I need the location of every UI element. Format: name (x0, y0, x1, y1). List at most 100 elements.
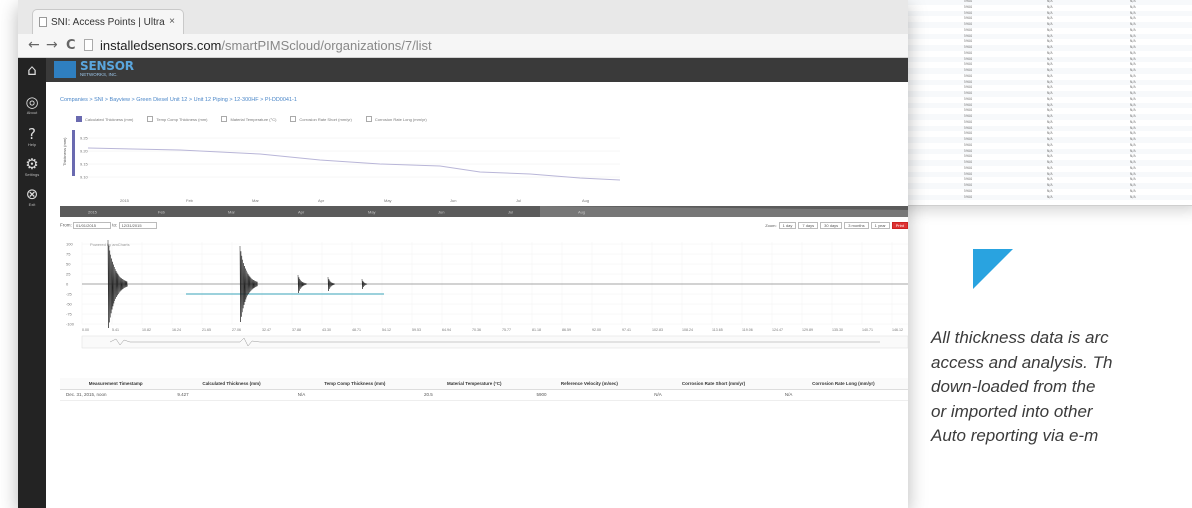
from-label: From: (60, 222, 72, 228)
date-range-row: From: 01/01/2015 to: 12/31/2015 Zoom: 1 d… (60, 222, 908, 232)
echo-burst (107, 239, 128, 329)
x-tick-label: 97.41 (622, 328, 631, 332)
column-header[interactable]: Measurement Timestamp (60, 378, 172, 390)
chart-legend: Calculated Thickness (mm) Temp Comp Thick… (76, 116, 427, 122)
zoom-button[interactable]: 30 days (820, 222, 843, 229)
y-tick-label: -50 (66, 302, 73, 307)
app-header: SENSOR NETWORKS, INC. (46, 58, 908, 82)
zoom-label: Zoom: (765, 223, 777, 228)
url-text: installedsensors.com/smartPIMScloud/orga… (100, 38, 432, 53)
navigator-label: Apr (298, 210, 305, 215)
legend-label: Corrosion Rate Short (mm/yr) (299, 116, 352, 122)
echo-burst (239, 245, 258, 323)
x-tick-label: 2015 (120, 198, 130, 203)
legend-item[interactable]: Calculated Thickness (mm) (76, 116, 133, 122)
table-cell: N/A (778, 389, 908, 401)
marketing-copy: All thickness data is arc access and ana… (931, 326, 1112, 449)
print-button[interactable]: Print (891, 222, 908, 229)
zoom-button[interactable]: 7 days (798, 222, 819, 229)
legend-swatch (221, 116, 228, 122)
column-header[interactable]: Corrosion Rate Short (mm/yr) (648, 378, 779, 390)
logo-mark (54, 61, 76, 78)
tab-title: SNI: Access Points | Ultra (51, 17, 165, 28)
x-tick-label: 16.24 (172, 328, 181, 332)
url-host: installedsensors.com (100, 38, 222, 53)
breadcrumb[interactable]: Companies > SNI > Bayview > Green Diesel… (60, 97, 297, 103)
navigator-label: Feb (158, 210, 166, 215)
y-tick-label: 9.25 (80, 136, 89, 141)
table-cell: 9.427 (171, 389, 292, 401)
navigator-label: 2015 (88, 210, 98, 215)
y-tick-label: 50 (66, 262, 71, 267)
table-cell: N/A (1125, 194, 1192, 201)
table-cell: 5900 (530, 389, 649, 401)
page-icon (39, 17, 47, 27)
marketing-line: down-loaded from the (931, 377, 1096, 396)
marketing-line: access and analysis. Th (931, 352, 1113, 372)
accent-triangle (973, 249, 1013, 289)
navigator-label: May (368, 210, 376, 215)
y-tick-label: 25 (66, 272, 71, 277)
navigator-label: Aug (578, 210, 585, 215)
column-header[interactable]: Corrosion Rate Long (mm/yr) (778, 378, 908, 390)
zoom-button[interactable]: 1 day (778, 222, 797, 229)
legend-swatch (290, 116, 297, 122)
x-tick-label: 64.94 (442, 328, 451, 332)
sidebar-item-home[interactable]: ⌂ (18, 62, 46, 78)
browser-tab[interactable]: SNI: Access Points | Ultra × (32, 9, 184, 35)
y-axis-title: Thickness (mm) (62, 137, 67, 166)
x-tick-label: 48.71 (352, 328, 361, 332)
x-tick-label: 135.30 (832, 328, 843, 332)
x-tick-label: 102.83 (652, 328, 663, 332)
home-icon: ⌂ (27, 61, 37, 79)
x-tick-label: 86.59 (562, 328, 571, 332)
waveform-chart: 100 75 50 25 0 -25 -50 -75 -100 0.00 5.41 10.82 16.2… (66, 239, 908, 332)
marketing-line: All thickness data is arc (931, 328, 1109, 347)
url-field[interactable]: installedsensors.com/smartPIMScloud/orga… (84, 37, 904, 55)
sidebar-item-help[interactable]: ? Help (18, 126, 46, 147)
echo-burst (327, 276, 335, 292)
x-tick-label: 27.06 (232, 328, 241, 332)
column-header[interactable]: Calculated Thickness (mm) (171, 378, 292, 390)
thickness-trend-chart: Thickness (mm) 9.25 9.20 9.15 9.10 2015 Feb Mar… (62, 130, 620, 203)
page-icon (84, 39, 93, 51)
x-tick-label: 59.53 (412, 328, 421, 332)
zoom-button[interactable]: 1 year (870, 222, 890, 229)
waveform-scrollbar[interactable] (60, 334, 908, 351)
zoom-controls: Zoom: 1 day 7 days 30 days 3 months 1 year Pri… (765, 222, 908, 229)
sidebar-item-exit[interactable]: ⊗ Exit (18, 186, 46, 207)
forward-arrow-icon[interactable]: → (46, 37, 58, 53)
legend-item[interactable]: Temp Comp Thickness (mm) (147, 116, 207, 122)
x-tick-label: 37.88 (292, 328, 301, 332)
y-tick-label: 0 (66, 282, 69, 287)
table-cell: 5900 (959, 194, 1043, 201)
x-tick-label: 119.06 (742, 328, 753, 332)
from-date-input[interactable]: 01/01/2015 (73, 222, 112, 229)
legend-item[interactable]: Corrosion Rate Long (mm/yr) (365, 116, 427, 122)
zoom-button[interactable]: 3 months (844, 222, 869, 229)
table-row[interactable]: Dec. 31, 2015, noon 9.427 N/A 20.5 5900 N/A N/… (60, 389, 908, 401)
app-sidebar: ⌂ ◎ About ? Help ⚙ Settings ⊗ Exit (18, 58, 46, 508)
sidebar-item-about[interactable]: ◎ About (18, 94, 46, 115)
table-cell: 20.5 (418, 389, 531, 401)
x-tick-label: 140.71 (862, 328, 873, 332)
close-icon[interactable]: × (169, 16, 175, 27)
chart-navigator[interactable]: 2015 Feb Mar Apr May Jun Jul Aug (60, 206, 908, 217)
x-tick-label: Jun (450, 198, 456, 203)
navigator-label: Mar (228, 210, 236, 215)
legend-item[interactable]: Material Temperature (°C) (221, 116, 276, 122)
legend-swatch (76, 116, 82, 122)
to-date-input[interactable]: 12/31/2015 (118, 222, 157, 229)
legend-swatch (365, 116, 372, 122)
to-label: to: (112, 222, 118, 228)
column-header[interactable]: Material Temperature (°C) (418, 378, 531, 390)
back-arrow-icon[interactable]: ← (28, 37, 40, 53)
column-header[interactable]: Reference Velocity (m/sec) (530, 378, 649, 390)
sidebar-item-settings[interactable]: ⚙ Settings (18, 156, 46, 177)
reload-icon[interactable]: C (66, 38, 76, 53)
legend-label: Material Temperature (°C) (230, 116, 277, 122)
sidebar-item-label: Settings (24, 172, 40, 177)
column-header[interactable]: Temp Comp Thickness (mm) (291, 378, 419, 390)
legend-item[interactable]: Corrosion Rate Short (mm/yr) (290, 116, 352, 122)
table-cell: Dec. 31, 2015, noon (60, 389, 172, 401)
